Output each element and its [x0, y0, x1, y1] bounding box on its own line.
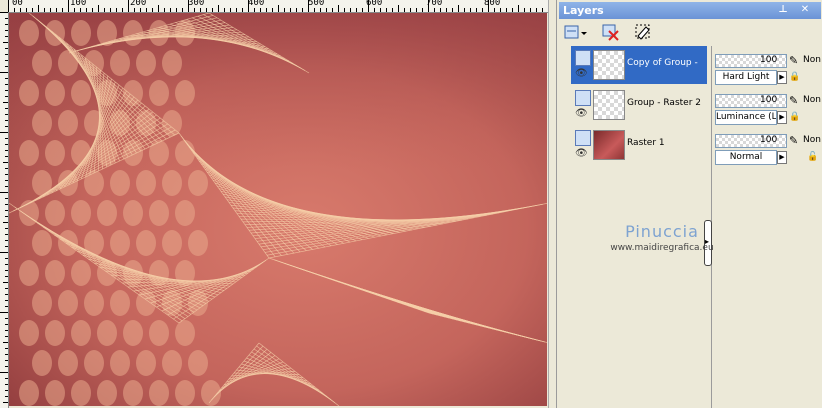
lock-icon[interactable]: 🔒: [789, 112, 800, 122]
layers-title-bar[interactable]: Layers ⊥ ✕: [559, 2, 821, 19]
layer-props-row: 100 Luminance (L) ▶ ✎ Non 🔒: [715, 90, 822, 128]
chevron-right-icon[interactable]: ▶: [777, 151, 787, 164]
layer-props-row: 100 Normal ▶ ✎ Non 🔓: [715, 130, 822, 168]
pin-icon[interactable]: ⊥: [777, 4, 789, 16]
eye-icon[interactable]: 👁: [575, 68, 588, 79]
watermark: Pinuccia www.maidiregrafica.eu: [587, 222, 737, 253]
image-workspace[interactable]: 00 100 200 300 400 500 600 700 800: [0, 0, 557, 408]
artwork: [9, 13, 547, 406]
layers-panel: Layers ⊥ ✕ 👁 Copy of Group - 👁 Group - R…: [556, 0, 822, 408]
layer-visibility-icon[interactable]: [575, 130, 591, 146]
ruler-label: 500: [308, 0, 325, 8]
delete-layer-icon: [602, 24, 619, 41]
layer-list: 👁 Copy of Group - 👁 Group - Raster 2 👁 R…: [571, 46, 709, 166]
watermark-url: www.maidiregrafica.eu: [610, 243, 714, 253]
link-mode-text: Non: [803, 55, 821, 65]
layer-visibility-icon[interactable]: [575, 90, 591, 106]
ruler-label: 200: [130, 0, 147, 8]
layer-visibility-icon[interactable]: [575, 50, 591, 66]
layer-name: Group - Raster 2: [627, 98, 701, 108]
layer-row-copy-of-group[interactable]: 👁 Copy of Group -: [571, 46, 707, 84]
ruler-label: 00: [12, 0, 23, 8]
layer-thumbnail: [593, 90, 625, 120]
eye-icon[interactable]: 👁: [575, 148, 588, 159]
layer-name: Copy of Group -: [627, 58, 698, 68]
layer-thumbnail: [593, 50, 625, 80]
blend-mode-select[interactable]: Normal: [715, 150, 777, 165]
ruler-label: 400: [248, 0, 265, 8]
blend-mode-select[interactable]: Hard Light: [715, 70, 777, 85]
layer-thumbnail: [593, 130, 625, 160]
ruler-label: 300: [188, 0, 205, 8]
mask-layer-button[interactable]: [633, 22, 653, 42]
horizontal-ruler: 00 100 200 300 400 500 600 700 800: [8, 0, 548, 13]
mask-icon: [635, 24, 650, 40]
link-mode-text: Non: [803, 135, 821, 145]
lock-icon[interactable]: 🔓: [807, 152, 818, 162]
vertical-ruler: [0, 12, 9, 408]
eye-icon[interactable]: 👁: [575, 108, 588, 119]
layer-row-group-raster-2[interactable]: 👁 Group - Raster 2: [571, 86, 707, 124]
layer-props-row: 100 Hard Light ▶ ✎ Non 🔒: [715, 50, 822, 88]
ruler-label: 700: [426, 0, 443, 8]
ruler-label: 100: [70, 0, 87, 8]
new-layer-icon: [564, 25, 587, 39]
delete-layer-button[interactable]: [601, 22, 621, 42]
layer-row-raster-1[interactable]: 👁 Raster 1: [571, 126, 707, 164]
watermark-name: Pinuccia: [625, 222, 699, 241]
opacity-value: 100: [760, 95, 778, 105]
layers-toolbar: [559, 20, 821, 44]
layer-properties: 100 Hard Light ▶ ✎ Non 🔒 100 Luminance (…: [715, 46, 822, 166]
ruler-label: 800: [484, 0, 501, 8]
opacity-value: 100: [760, 135, 778, 145]
edit-icon[interactable]: ✎: [789, 134, 798, 147]
opacity-value: 100: [760, 55, 778, 65]
layers-title: Layers: [563, 4, 604, 17]
layer-name: Raster 1: [627, 138, 665, 148]
link-mode-text: Non: [803, 95, 821, 105]
new-layer-button[interactable]: [563, 22, 587, 42]
opacity-slider[interactable]: 100: [715, 54, 787, 68]
lock-icon[interactable]: 🔒: [789, 72, 800, 82]
edit-icon[interactable]: ✎: [789, 94, 798, 107]
edit-icon[interactable]: ✎: [789, 54, 798, 67]
blend-mode-select[interactable]: Luminance (L): [715, 110, 777, 125]
ruler-label: 600: [366, 0, 383, 8]
close-icon[interactable]: ✕: [799, 4, 811, 16]
opacity-slider[interactable]: 100: [715, 134, 787, 148]
chevron-right-icon[interactable]: ▶: [777, 111, 787, 124]
image-canvas[interactable]: [9, 13, 547, 406]
chevron-right-icon[interactable]: ▶: [777, 71, 787, 84]
opacity-slider[interactable]: 100: [715, 94, 787, 108]
